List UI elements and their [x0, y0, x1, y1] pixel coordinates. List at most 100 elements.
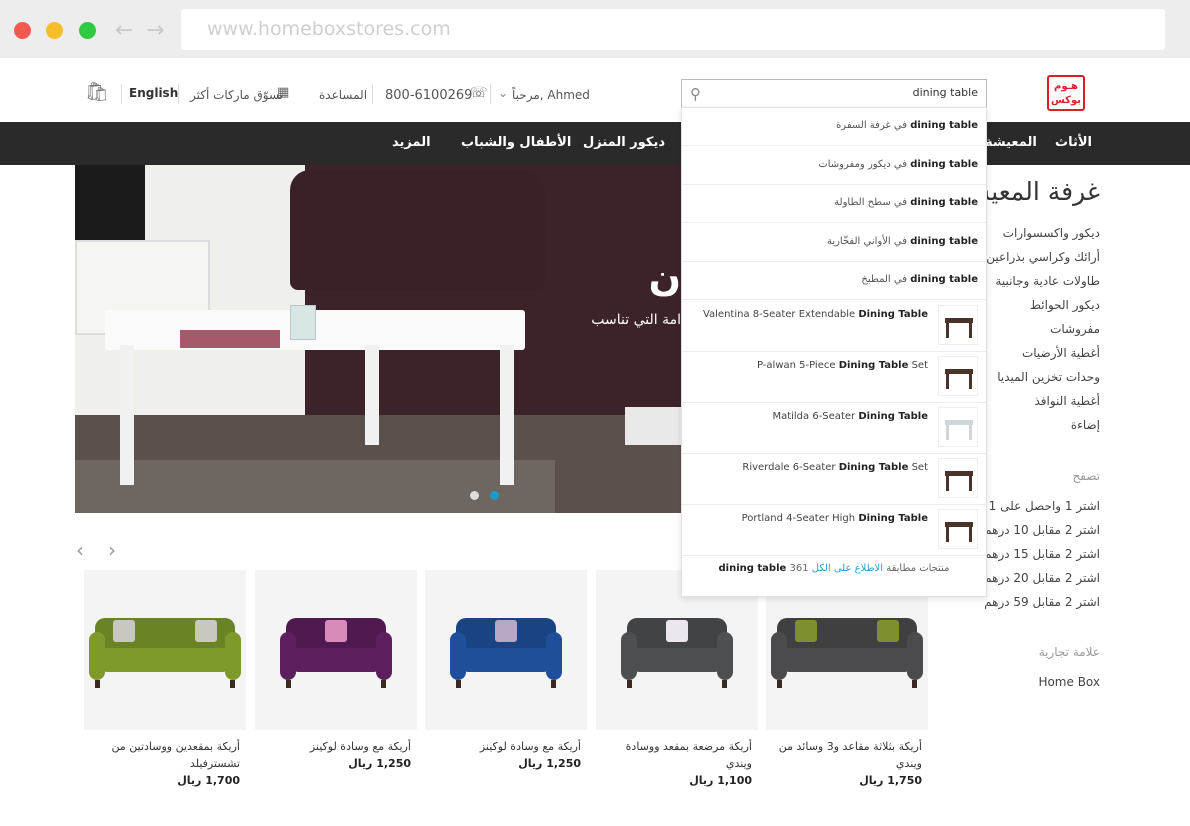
search-box[interactable]: ⚲ — [681, 79, 987, 109]
product-suggestion[interactable]: Matilda 6-Seater Dining Table — [682, 403, 986, 454]
table-leg-shape — [946, 373, 949, 389]
arrow-left-icon[interactable]: ← — [115, 18, 133, 43]
product-suggestion-text: Matilda 6-Seater Dining Table — [772, 411, 928, 422]
product-thumbnail — [938, 407, 978, 447]
nav-item-furniture[interactable]: الأثاث — [1055, 135, 1092, 150]
category-suggestion[interactable]: dining table في المطبخ — [682, 262, 986, 300]
category-suggestion[interactable]: dining table في غرفة السفرة — [682, 108, 986, 146]
chevron-right-icon[interactable]: › — [108, 538, 116, 562]
minimize-window-button[interactable] — [46, 22, 63, 39]
search-input[interactable] — [718, 86, 978, 99]
nav-item-kids[interactable]: الأطفال والشباب — [461, 135, 571, 150]
suggestion-category: ديكور ومفروشات — [818, 158, 891, 170]
cart-icon[interactable]: 🛍 — [85, 80, 109, 103]
sofa-arm-shape — [717, 632, 733, 680]
product-title[interactable]: أريكة مرضعة بمقعد ووسادة ويندي — [602, 738, 752, 772]
sofa-leg-shape — [286, 680, 291, 688]
hero-tv — [75, 165, 145, 245]
browse-heading: تصفح — [1072, 469, 1100, 483]
language-switch[interactable]: English — [129, 86, 178, 100]
carousel-dot[interactable] — [470, 491, 479, 500]
sidebar-category-link[interactable]: أغطية النوافذ — [1034, 394, 1100, 408]
product-image[interactable] — [84, 570, 246, 730]
brand-link-home-box[interactable]: Home Box — [1038, 675, 1100, 689]
price-amount: 1,250 — [376, 757, 411, 770]
product-suggestion-prefix: Riverdale 6-Seater — [742, 462, 836, 473]
see-all-link[interactable]: الاطلاع على الكل — [812, 563, 883, 574]
product-suggestion[interactable]: Portland 4-Seater High Dining Table — [682, 505, 986, 556]
nav-item-home-decor[interactable]: ديكور المنزل — [583, 135, 665, 150]
price-currency: ريال — [518, 757, 543, 770]
chevron-down-icon[interactable]: ⌄ — [498, 86, 508, 100]
help-link[interactable]: المساعدة — [319, 88, 367, 102]
product-suggestion[interactable]: P-alwan 5-Piece Dining Table Set — [682, 352, 986, 403]
sidebar-offer-link[interactable]: اشتر 1 واحصل على 1 — [989, 499, 1100, 513]
sidebar-offer-link[interactable]: اشتر 2 مقابل 59 درهم — [984, 595, 1100, 609]
shop-more-brands-link[interactable]: تسوّق ماركات أكثر — [190, 88, 283, 102]
product-title[interactable]: أريكة بثلاثة مقاعد و3 وسائد من ويندي — [772, 738, 922, 772]
table-leg-shape — [969, 322, 972, 338]
hero-table-leg — [500, 345, 514, 485]
product-suggestion[interactable]: Valentina 8-Seater Extendable Dining Tab… — [682, 301, 986, 352]
hero-books — [180, 330, 280, 348]
price-amount: 1,750 — [887, 774, 922, 787]
brand-heading: علامة تجارية — [1038, 645, 1100, 659]
sidebar-category-link[interactable]: أغطية الأرضيات — [1022, 346, 1100, 360]
user-greeting[interactable]: مرحباً, Ahmed — [512, 88, 590, 102]
sidebar-category-link[interactable]: وحدات تخزين الميديا — [997, 370, 1100, 384]
sidebar-category-link[interactable]: أرائك وكراسي بذراعين — [986, 250, 1100, 264]
table-leg-shape — [969, 475, 972, 491]
sidebar-category-link[interactable]: ديكور واكسسوارات — [1003, 226, 1100, 240]
product-title[interactable]: أريكة بمقعدين ووسادتين من تشسترفيلد — [90, 738, 240, 772]
product-suggestion-bold: Dining Table — [838, 360, 909, 371]
hero-banner[interactable]: ن امة التي تناسب — [75, 165, 681, 513]
product-image[interactable] — [255, 570, 417, 730]
hero-sofa — [290, 170, 545, 290]
sidebar-offer-link[interactable]: اشتر 2 مقابل 10 درهم — [984, 523, 1100, 537]
price-currency: ريال — [689, 774, 714, 787]
pillow-shape — [666, 620, 688, 642]
suggestion-query: dining table — [910, 235, 978, 247]
maximize-window-button[interactable] — [79, 22, 96, 39]
search-icon[interactable]: ⚲ — [690, 85, 701, 103]
price-currency: ريال — [859, 774, 884, 787]
phone-number[interactable]: 800-6100269 — [385, 88, 472, 103]
product-title[interactable]: أريكة مع وسادة لوكينز — [261, 738, 411, 755]
product-suggestion-suffix: Set — [911, 462, 928, 473]
nav-item-more[interactable]: المزيد — [392, 135, 431, 150]
category-suggestion[interactable]: dining table في ديكور ومفروشات — [682, 147, 986, 185]
sofa-arm-shape — [280, 632, 296, 680]
close-window-button[interactable] — [14, 22, 31, 39]
arrow-right-icon[interactable]: → — [146, 18, 164, 43]
suggestion-in-word: في — [893, 197, 908, 208]
sidebar-category-link[interactable]: إضاءة — [1071, 418, 1100, 432]
product-price: 1,700 ريال — [177, 774, 240, 787]
sofa-arm-shape — [450, 632, 466, 680]
sidebar-category-link[interactable]: مفروشات — [1050, 322, 1100, 336]
sofa-arm-shape — [771, 632, 787, 680]
pillow-shape — [195, 620, 217, 642]
nav-item-living[interactable]: المعيشة — [985, 135, 1037, 150]
sidebar-category-link[interactable]: ديكور الحوائط — [1030, 298, 1100, 312]
sidebar-offer-link[interactable]: اشتر 2 مقابل 15 درهم — [984, 547, 1100, 561]
hero-rug — [75, 460, 555, 513]
product-image[interactable] — [425, 570, 587, 730]
phone-icon: ☏ — [470, 85, 488, 101]
sofa-leg-shape — [456, 680, 461, 688]
see-all-results[interactable]: dining table 361 منتجات مطابقة الاطلاع ع… — [682, 563, 986, 574]
product-thumbnail — [938, 509, 978, 549]
hero-cta-button[interactable] — [625, 407, 681, 445]
product-title[interactable]: أريكة مع وسادة لوكينز — [431, 738, 581, 755]
carousel-dot-active[interactable] — [490, 491, 499, 500]
address-bar[interactable]: www.homeboxstores.com — [181, 9, 1165, 50]
product-suggestion[interactable]: Riverdale 6-Seater Dining Table Set — [682, 454, 986, 505]
suggestion-query: dining table — [910, 158, 978, 170]
homebox-logo[interactable]: هـوم بوكس — [1047, 75, 1085, 111]
table-leg-shape — [969, 424, 972, 440]
product-suggestion-text: P-alwan 5-Piece Dining Table Set — [757, 360, 928, 371]
category-suggestion[interactable]: dining table في الأواني الفخّارية — [682, 224, 986, 262]
sidebar-offer-link[interactable]: اشتر 2 مقابل 20 درهم — [984, 571, 1100, 585]
chevron-left-icon[interactable]: ‹ — [76, 538, 84, 562]
sidebar-category-link[interactable]: طاولات عادية وجانبية — [995, 274, 1100, 288]
category-suggestion[interactable]: dining table في سطح الطاولة — [682, 185, 986, 223]
